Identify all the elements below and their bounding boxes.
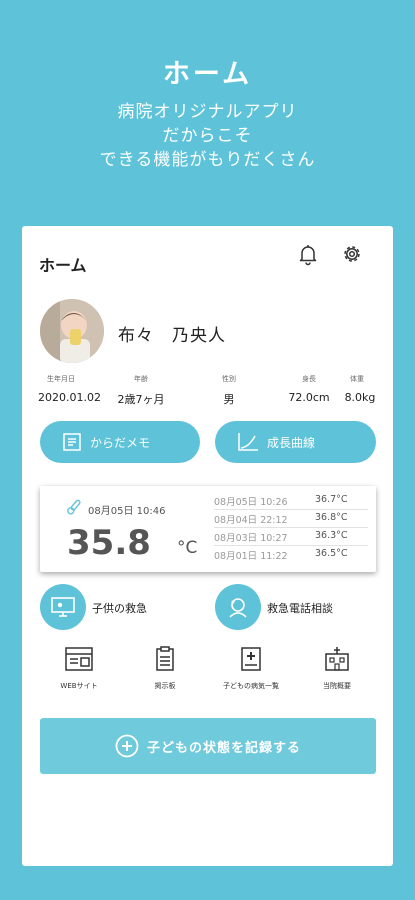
latest-temp-datetime: 08月05日 10:46 <box>88 506 166 517</box>
website-label: WEBサイト <box>60 682 98 690</box>
page-title: ホーム <box>39 256 87 275</box>
stat-label-sex: 性別 <box>222 375 236 383</box>
child-name: 布々 乃央人 <box>118 326 226 346</box>
clipboard-icon <box>156 646 174 671</box>
divider <box>214 527 368 528</box>
hero-title: ホーム <box>162 59 253 90</box>
doctor-phone-icon <box>229 598 247 618</box>
history-datetime: 08月05日 10:26 <box>214 497 288 508</box>
thermometer-icon <box>67 499 81 515</box>
history-datetime: 08月04日 22:12 <box>214 515 288 526</box>
history-temp: 36.8°C <box>315 512 348 523</box>
divider <box>214 509 368 510</box>
stat-value-sex: 男 <box>223 393 235 406</box>
notice-board-link[interactable]: 掲示板 <box>122 646 208 691</box>
chart-curve-icon <box>238 433 258 451</box>
hero-subtitle: 病院オリジナルアプリ だからこそ できる機能がもりだくさん <box>0 100 415 172</box>
hero-subtitle-line: だからこそ <box>162 126 253 146</box>
browser-icon <box>65 647 93 671</box>
diseases-list-label: 子どもの病気一覧 <box>223 682 279 690</box>
monitor-icon <box>51 597 75 617</box>
growth-curve-label: 成長曲線 <box>267 435 316 450</box>
latest-temp-unit: °C <box>177 538 198 558</box>
latest-temp-value: 35.8 <box>67 523 151 563</box>
gear-icon[interactable] <box>340 242 364 266</box>
record-condition-button[interactable]: 子どもの状態を記録する <box>40 718 376 774</box>
temperature-card[interactable]: 08月05日 10:46 35.8 °C 08月05日 10:26 36.7°C… <box>40 486 376 572</box>
hero-subtitle-line: できる機能がもりだくさん <box>99 150 316 170</box>
hospital-icon <box>325 647 349 671</box>
record-condition-label: 子どもの状態を記録する <box>146 740 301 756</box>
medical-book-icon <box>241 647 261 671</box>
hospital-overview-link[interactable]: 当院概要 <box>294 646 380 691</box>
website-link[interactable]: WEBサイト <box>36 646 122 691</box>
stat-value-height: 72.0cm <box>288 391 330 404</box>
growth-curve-button[interactable]: 成長曲線 <box>215 421 376 463</box>
stat-value-birthdate: 2020.01.02 <box>38 391 101 404</box>
hero-subtitle-line: 病院オリジナルアプリ <box>117 102 298 122</box>
notice-board-label: 掲示板 <box>154 682 176 690</box>
phone-screen-card: ホーム 布々 乃央人 生年月日 2020.01.02 年齢 2歳7ヶ月 性別 男… <box>22 226 393 866</box>
body-memo-label: からだメモ <box>90 435 151 450</box>
child-emergency-label[interactable]: 子供の救急 <box>92 600 147 616</box>
diseases-list-link[interactable]: 子どもの病気一覧 <box>208 646 294 691</box>
history-temp: 36.3°C <box>315 530 348 541</box>
history-temp: 36.7°C <box>315 494 348 505</box>
stat-label-age: 年齢 <box>134 375 148 383</box>
body-memo-button[interactable]: からだメモ <box>40 421 200 463</box>
hospital-overview-label: 当院概要 <box>323 682 351 690</box>
divider <box>214 545 368 546</box>
child-emergency-button[interactable] <box>40 584 86 630</box>
plus-circle-icon <box>115 734 139 758</box>
memo-icon <box>63 433 81 451</box>
stat-value-age: 2歳7ヶ月 <box>117 393 165 406</box>
phone-consult-label[interactable]: 救急電話相談 <box>267 600 333 616</box>
history-datetime: 08月03日 10:27 <box>214 533 288 544</box>
stat-value-weight: 8.0kg <box>344 391 376 404</box>
history-temp: 36.5°C <box>315 548 348 559</box>
history-datetime: 08月01日 11:22 <box>214 551 288 562</box>
bell-icon[interactable] <box>296 242 320 266</box>
stat-label-weight: 体重 <box>350 375 364 383</box>
phone-consult-button[interactable] <box>215 584 261 630</box>
child-avatar[interactable] <box>40 299 104 363</box>
stat-label-birthdate: 生年月日 <box>47 375 75 383</box>
stat-label-height: 身長 <box>302 375 316 383</box>
